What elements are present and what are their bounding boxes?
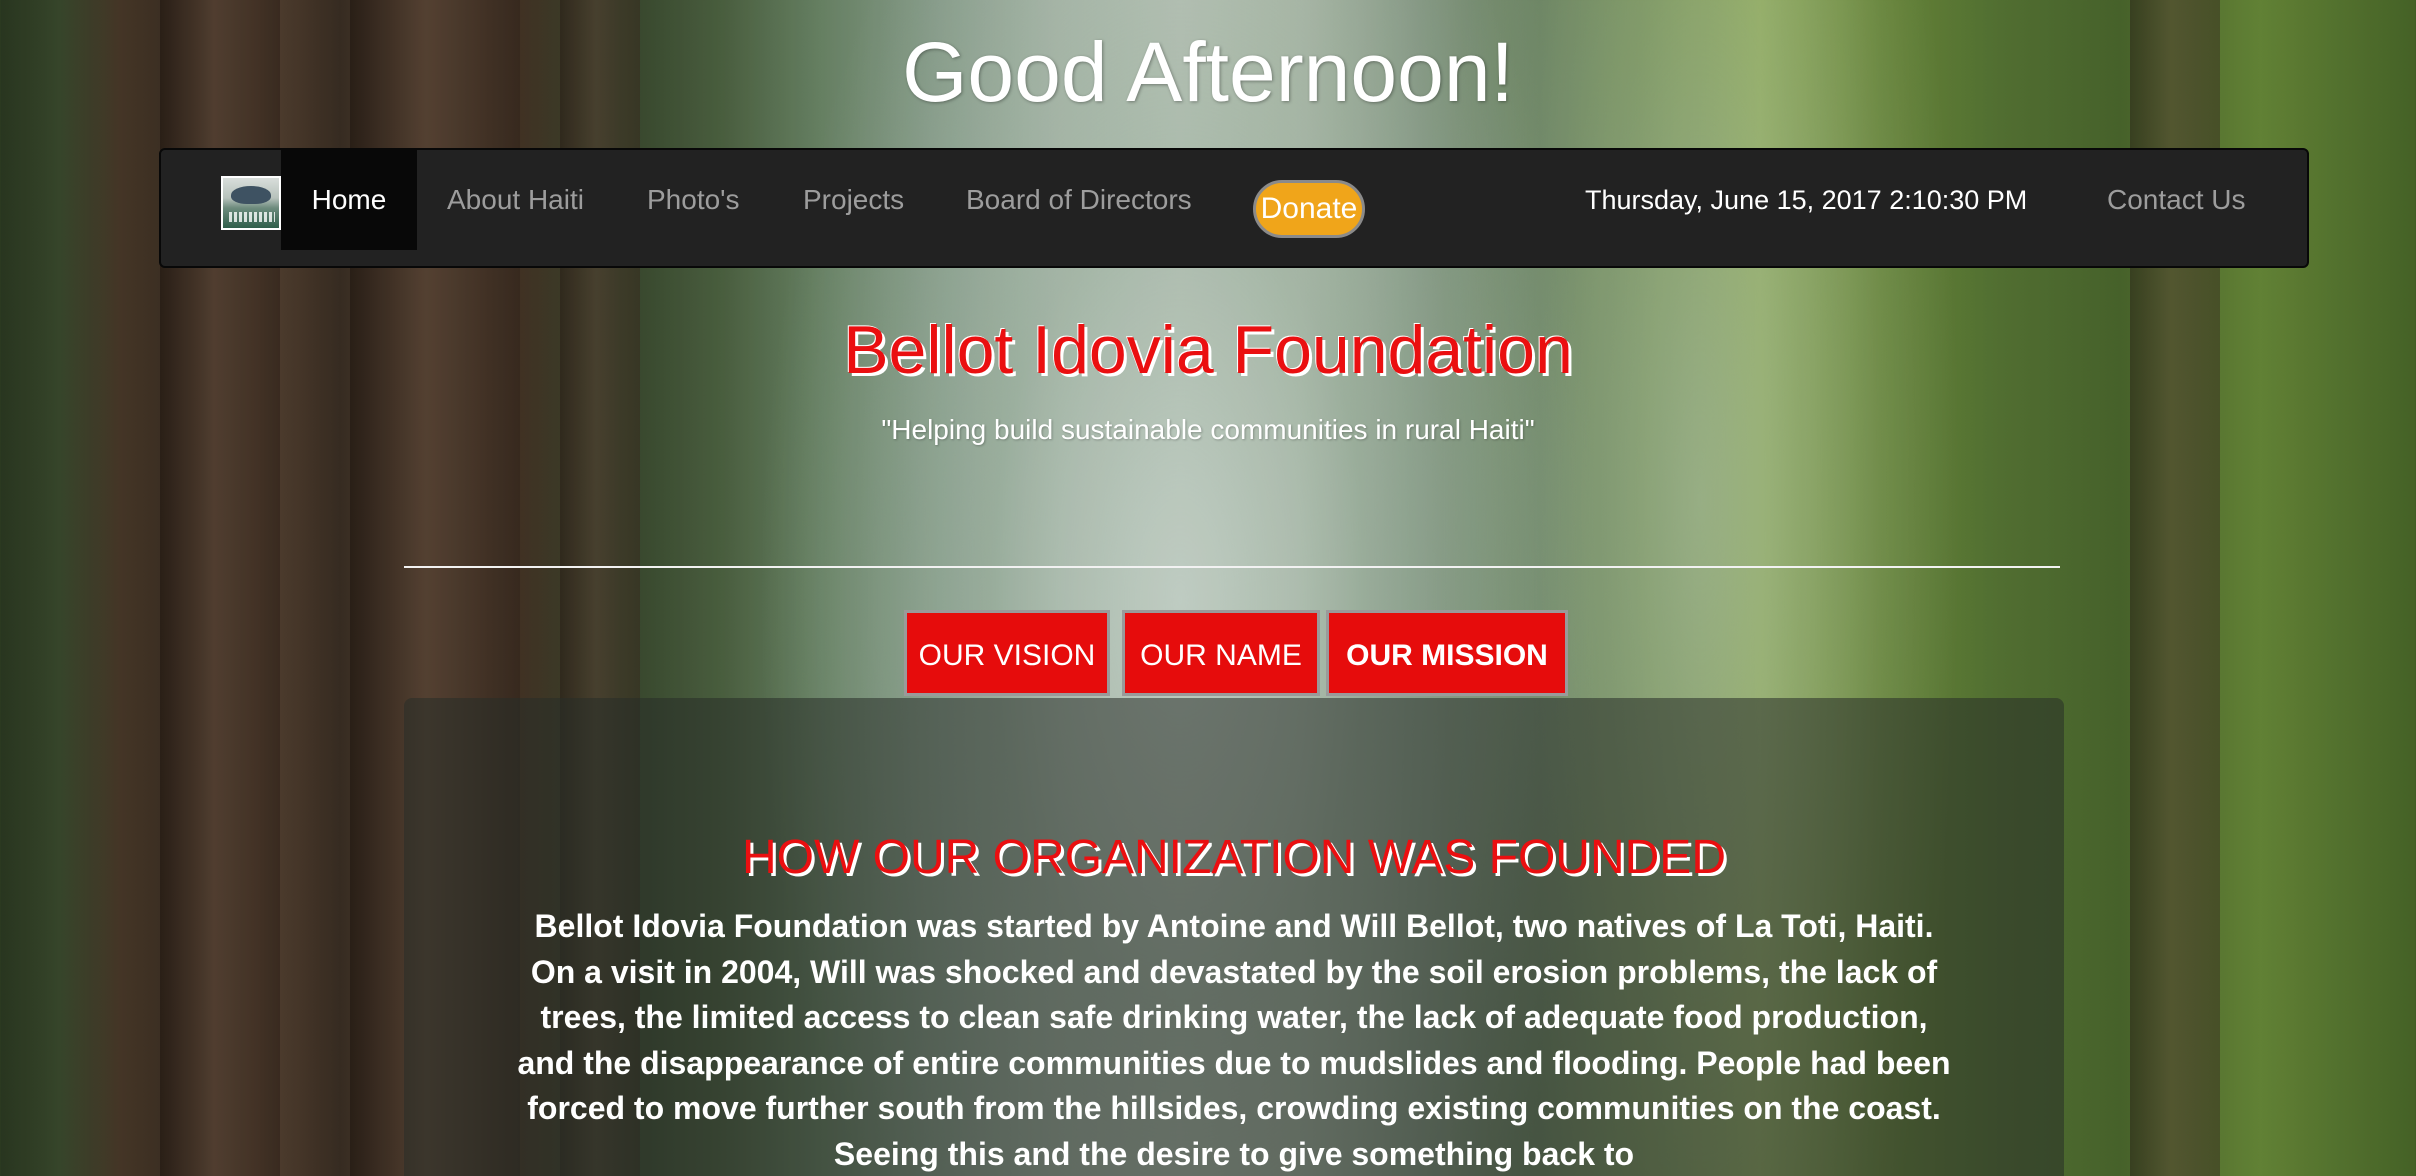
greeting-heading: Good Afternoon! bbox=[902, 25, 1514, 119]
logo-text-mark bbox=[229, 212, 275, 222]
panel-body-text: Bellot Idovia Foundation was started by … bbox=[517, 908, 1951, 1172]
nav-item-board-of-directors[interactable]: Board of Directors bbox=[966, 150, 1192, 250]
tab-our-mission[interactable]: OUR MISSION bbox=[1326, 610, 1568, 696]
brand-logo[interactable] bbox=[221, 176, 281, 230]
panel-heading: HOW OUR ORGANIZATION WAS FOUNDED bbox=[742, 831, 1726, 884]
nav-item-projects[interactable]: Projects bbox=[803, 150, 904, 250]
top-navbar: Home About Haiti Photo's Projects Board … bbox=[159, 148, 2309, 268]
logo-mark-icon bbox=[231, 186, 271, 204]
organization-title: Bellot Idovia Foundation bbox=[843, 312, 1573, 388]
donate-button[interactable]: Donate bbox=[1253, 180, 1365, 238]
tab-our-name[interactable]: OUR NAME bbox=[1122, 610, 1320, 696]
nav-item-contact-us[interactable]: Contact Us bbox=[2107, 150, 2246, 250]
current-datetime: Thursday, June 15, 2017 2:10:30 PM bbox=[1585, 185, 2028, 215]
content-panel: HOW OUR ORGANIZATION WAS FOUNDED Bellot … bbox=[404, 698, 2064, 1176]
organization-tagline: "Helping build sustainable communities i… bbox=[881, 414, 1535, 445]
nav-item-photos[interactable]: Photo's bbox=[647, 150, 740, 250]
nav-item-home[interactable]: Home bbox=[281, 150, 417, 250]
section-divider bbox=[404, 566, 2060, 568]
nav-item-about-haiti[interactable]: About Haiti bbox=[447, 150, 584, 250]
tab-our-vision[interactable]: OUR VISION bbox=[904, 610, 1110, 696]
